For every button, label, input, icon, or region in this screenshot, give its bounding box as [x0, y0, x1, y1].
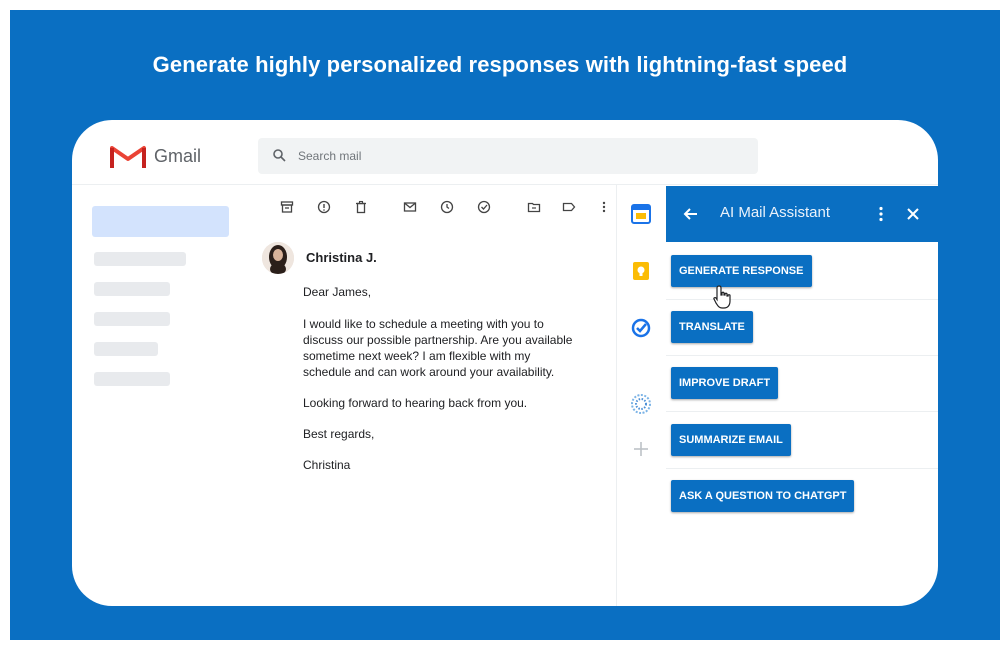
- row-divider: [666, 468, 938, 469]
- mark-unread-icon[interactable]: [403, 200, 417, 214]
- sidebar-item[interactable]: [94, 342, 158, 356]
- improve-draft-button[interactable]: IMPROVE DRAFT: [671, 367, 779, 399]
- email-body-line: discuss our possible partnership. Are yo…: [303, 333, 573, 347]
- keep-icon[interactable]: [630, 260, 652, 282]
- header-divider: [72, 184, 938, 185]
- search-bar[interactable]: [258, 138, 758, 174]
- sidebar-item-active[interactable]: [92, 206, 229, 237]
- page-headline: Generate highly personalized responses w…: [152, 52, 848, 77]
- row-divider: [666, 355, 938, 356]
- sidebar-item[interactable]: [94, 312, 170, 326]
- translate-button[interactable]: TRANSLATE: [671, 311, 753, 343]
- ask-chatgpt-button[interactable]: ASK A QUESTION TO CHATGPT: [671, 480, 855, 512]
- more-vert-icon[interactable]: [597, 200, 611, 214]
- email-body-line: Looking forward to hearing back from you…: [303, 396, 528, 410]
- panel-divider: [616, 184, 617, 606]
- sender-name: Christina J.: [306, 250, 377, 265]
- more-vert-icon[interactable]: [872, 205, 890, 223]
- gmail-window: Gmail Search mail Christina J. Dear Jame…: [72, 120, 938, 606]
- move-to-icon[interactable]: [527, 200, 541, 214]
- assistant-panel-title: AI Mail Assistant: [720, 204, 831, 221]
- calendar-icon[interactable]: [630, 203, 652, 225]
- close-icon[interactable]: [904, 205, 922, 223]
- email-body-line: Christina: [303, 458, 351, 472]
- avatar: [262, 242, 294, 274]
- assistant-panel-header: AI Mail Assistant: [666, 186, 938, 242]
- sidebar-item[interactable]: [94, 282, 170, 296]
- search-icon[interactable]: [272, 148, 286, 162]
- gmail-logo-icon[interactable]: [110, 142, 146, 170]
- snooze-icon[interactable]: [440, 200, 454, 214]
- row-divider: [666, 411, 938, 412]
- label-icon[interactable]: [562, 200, 576, 214]
- gmail-wordmark: Gmail: [154, 146, 202, 166]
- email-body-line: Dear James,: [303, 285, 372, 299]
- search-input[interactable]: [298, 138, 698, 174]
- email-body-line: schedule and can work around your availa…: [303, 365, 555, 379]
- report-spam-icon[interactable]: [317, 200, 331, 214]
- email-body-line: Best regards,: [303, 427, 375, 441]
- summarize-email-button[interactable]: SUMMARIZE EMAIL: [671, 424, 791, 456]
- row-divider: [666, 299, 938, 300]
- archive-icon[interactable]: [280, 200, 294, 214]
- back-arrow-icon[interactable]: [682, 205, 700, 223]
- sidebar-item[interactable]: [94, 252, 186, 266]
- email-body-line: sometime next week? I am flexible with m…: [303, 349, 531, 363]
- assistant-addon-icon[interactable]: [630, 393, 652, 415]
- generate-response-button[interactable]: GENERATE RESPONSE: [671, 255, 812, 287]
- tasks-icon[interactable]: [630, 317, 652, 339]
- delete-icon[interactable]: [354, 200, 368, 214]
- add-icon[interactable]: [630, 438, 652, 460]
- hand-cursor-icon: [712, 284, 734, 310]
- email-body-line: I would like to schedule a meeting with …: [303, 317, 544, 331]
- sidebar-item[interactable]: [94, 372, 170, 386]
- add-task-icon[interactable]: [477, 200, 491, 214]
